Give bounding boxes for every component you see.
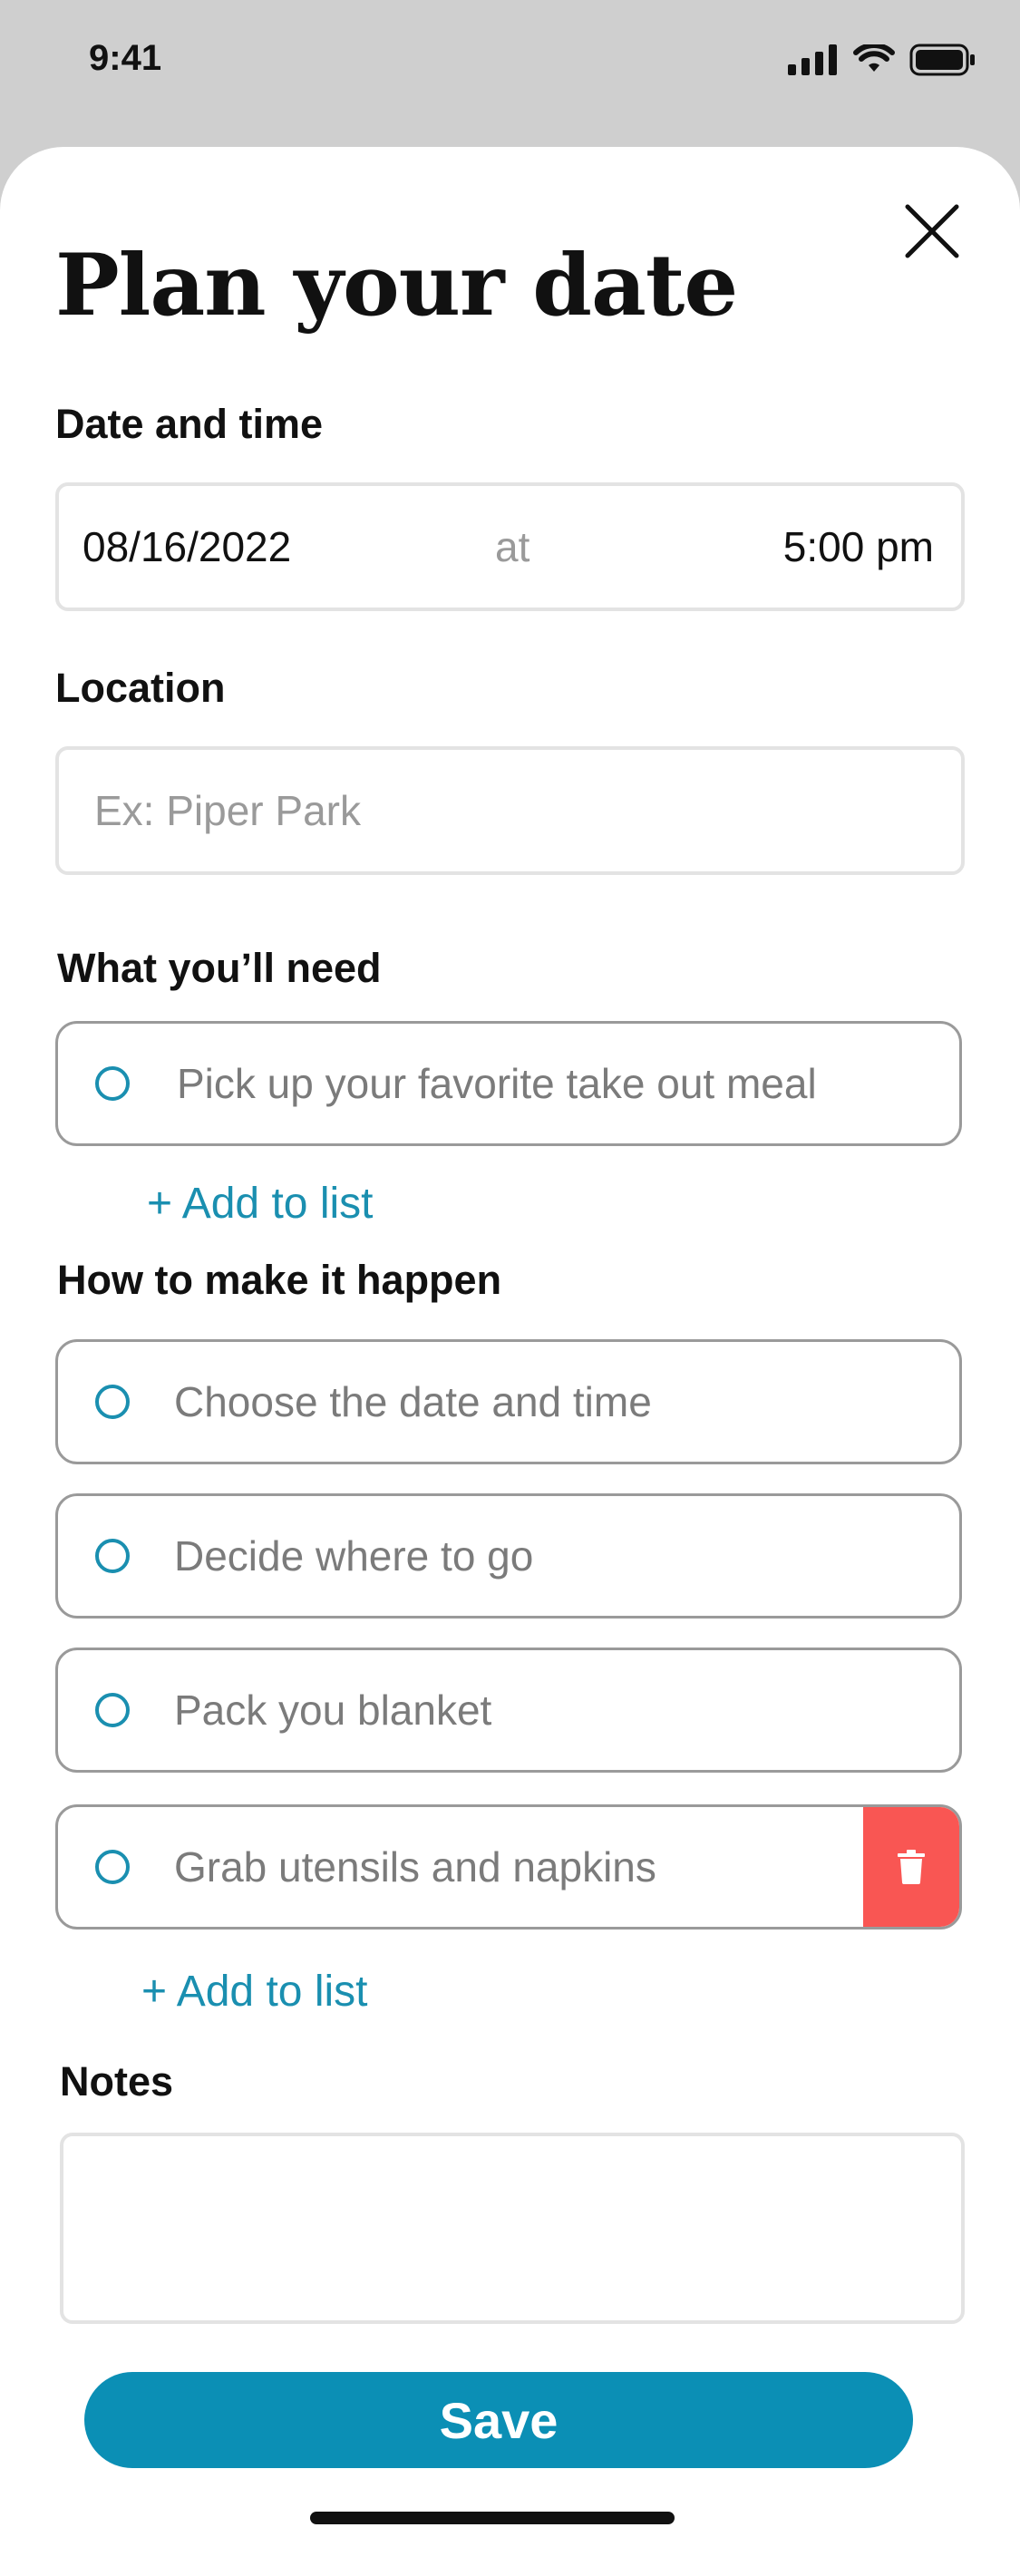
notes-label: Notes	[60, 2058, 174, 2105]
time-value[interactable]: 5:00 pm	[783, 522, 934, 571]
radio-circle-icon[interactable]	[95, 1693, 130, 1727]
home-indicator[interactable]	[310, 2512, 675, 2524]
status-time: 9:41	[89, 38, 162, 78]
status-bar: 9:41	[0, 0, 1020, 136]
radio-circle-icon[interactable]	[95, 1850, 130, 1884]
list-item[interactable]: Grab utensils and napkins	[55, 1804, 962, 1930]
list-item[interactable]: Choose the date and time	[55, 1339, 962, 1464]
cellular-signal-icon	[788, 44, 837, 75]
status-icons	[788, 44, 976, 76]
list-item[interactable]: Decide where to go	[55, 1493, 962, 1619]
list-item-text: Grab utensils and napkins	[174, 1843, 656, 1891]
close-button[interactable]	[902, 201, 962, 261]
date-time-separator: at	[495, 523, 530, 570]
list-item-text: Pack you blanket	[174, 1687, 492, 1734]
list-item[interactable]: Pack you blanket	[55, 1648, 962, 1773]
list-item-text: Choose the date and time	[174, 1378, 652, 1425]
date-value[interactable]: 08/16/2022	[83, 522, 291, 571]
date-time-label: Date and time	[55, 401, 324, 447]
date-time-field[interactable]: 08/16/2022 at 5:00 pm	[55, 482, 965, 611]
location-input[interactable]: Ex: Piper Park	[55, 746, 965, 875]
trash-icon	[898, 1850, 925, 1884]
close-icon	[905, 204, 959, 258]
notes-textarea[interactable]	[60, 2133, 965, 2324]
how-label: How to make it happen	[57, 1257, 502, 1303]
wifi-icon	[853, 44, 895, 72]
location-label: Location	[55, 665, 226, 711]
radio-circle-icon[interactable]	[95, 1539, 130, 1573]
list-item-text: Pick up your favorite take out meal	[177, 1060, 817, 1107]
list-item-text: Decide where to go	[174, 1532, 534, 1580]
save-button[interactable]: Save	[84, 2372, 913, 2468]
add-to-list-need-link[interactable]: + Add to list	[147, 1179, 374, 1229]
delete-item-button[interactable]	[863, 1807, 959, 1927]
page-title: Plan your date	[55, 236, 738, 335]
need-label: What you’ll need	[57, 945, 382, 991]
add-to-list-how-link[interactable]: + Add to list	[141, 1967, 368, 2017]
list-item[interactable]: Pick up your favorite take out meal	[55, 1021, 962, 1146]
location-placeholder: Ex: Piper Park	[94, 787, 361, 834]
battery-icon	[909, 44, 975, 76]
radio-circle-icon[interactable]	[95, 1385, 130, 1419]
radio-circle-icon[interactable]	[95, 1066, 130, 1101]
